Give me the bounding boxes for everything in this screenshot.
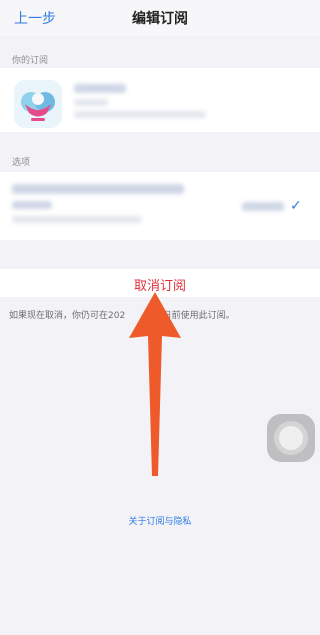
options-section-header: 选项 xyxy=(12,158,31,168)
cancel-note-start: 如果现在取消，你仍可在202 xyxy=(9,311,126,321)
subscriptions-section-header: 你的订阅 xyxy=(12,56,49,66)
app-icon xyxy=(14,80,62,128)
app-name-blurred xyxy=(74,84,126,93)
privacy-link[interactable]: 关于订阅与隐私 xyxy=(0,514,320,527)
app-renewal-blurred xyxy=(74,111,206,118)
option-detail-blurred xyxy=(12,216,142,223)
checkmark-icon: ✓ xyxy=(290,198,302,214)
option-title-blurred xyxy=(12,184,184,194)
option-price-blurred xyxy=(242,202,284,211)
arrow-up-icon xyxy=(129,292,181,476)
assistive-touch-core xyxy=(279,426,303,450)
subscription-option-row[interactable] xyxy=(0,172,320,240)
subscription-card[interactable] xyxy=(0,68,320,132)
page-title: 编辑订阅 xyxy=(132,11,188,27)
assistive-touch-button[interactable] xyxy=(267,414,315,462)
option-period-blurred xyxy=(12,201,52,209)
app-detail-blurred xyxy=(74,99,108,106)
navigation-bar: 上一步 编辑订阅 xyxy=(0,0,320,36)
